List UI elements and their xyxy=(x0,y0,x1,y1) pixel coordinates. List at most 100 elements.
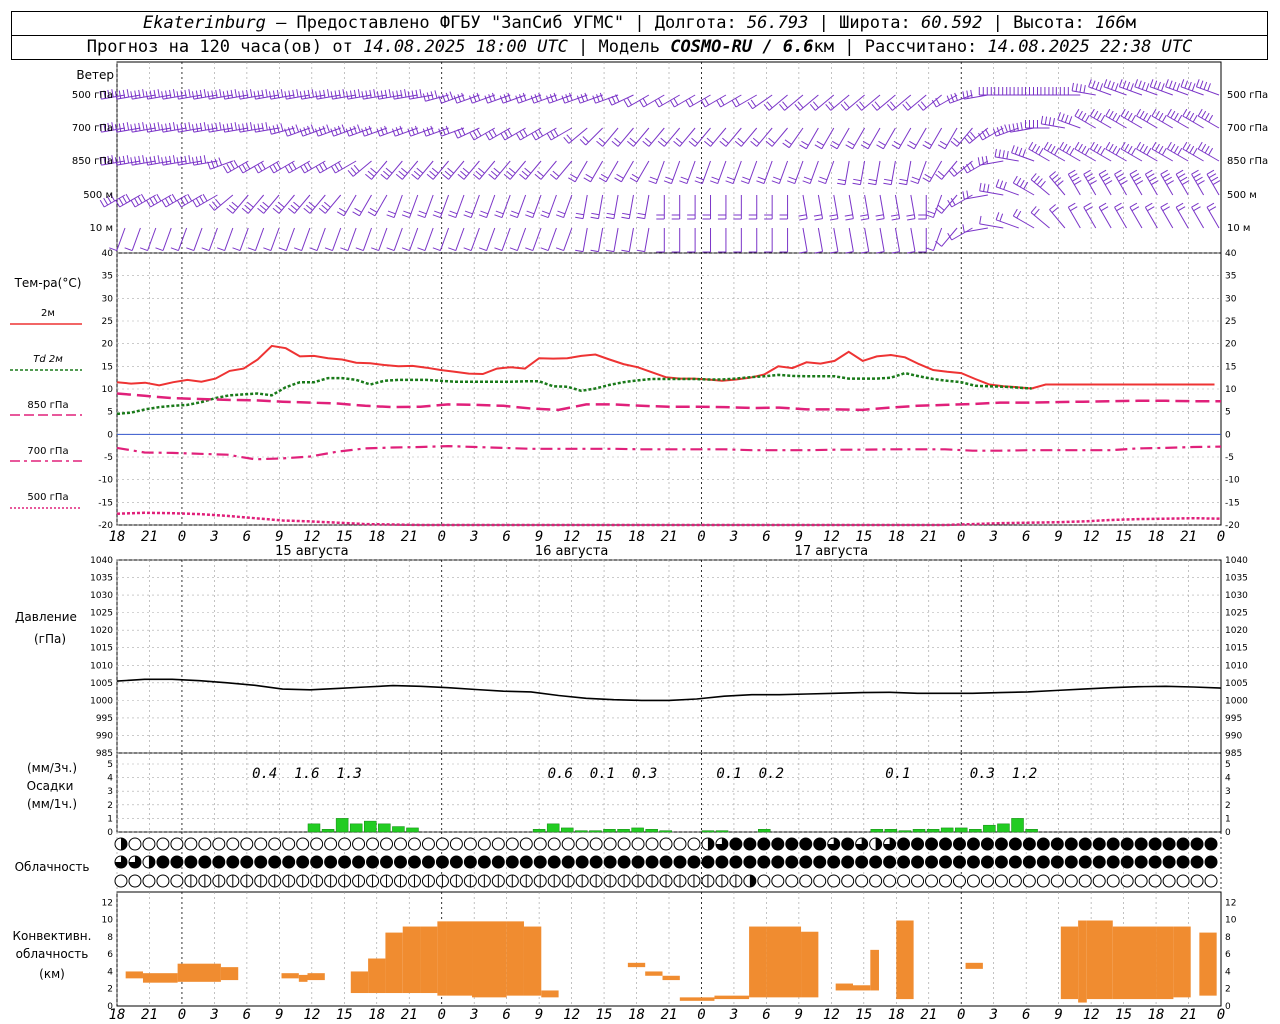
wind-barb-feather xyxy=(585,173,593,179)
wind-barb-feather xyxy=(566,134,573,142)
cloud-icon xyxy=(156,837,170,851)
wind-barb-feather xyxy=(951,167,958,175)
wind-barb-feather xyxy=(1054,147,1059,156)
wind-barb-staff xyxy=(644,227,650,252)
wind-barb-feather xyxy=(1212,180,1221,186)
precip-bar xyxy=(364,820,377,833)
wind-barb-feather xyxy=(170,247,179,252)
cloud-icon-half xyxy=(749,875,756,887)
wind-barb-feather xyxy=(910,180,919,185)
pres-ytick-left: 1015 xyxy=(90,644,113,654)
xtick-label-bottom: 18 xyxy=(888,1007,905,1023)
wind-barb-feather xyxy=(245,161,251,170)
wind-barb-feather xyxy=(550,130,555,139)
wind-barb-feather xyxy=(327,89,330,98)
wind-barb-feather xyxy=(369,89,372,98)
wind-barb-feather xyxy=(1170,110,1176,119)
xtick-label-bottom: 0 xyxy=(697,1007,705,1023)
wind-barb-feather xyxy=(555,247,564,252)
wind-barb-feather xyxy=(494,247,503,252)
wind-barb-feather xyxy=(263,247,272,252)
cloud-icon xyxy=(771,855,785,869)
wind-barb-feather xyxy=(1033,175,1040,183)
wind-barb-feather xyxy=(623,99,629,108)
wind-barb-feather xyxy=(812,101,819,109)
wind-barb-staff xyxy=(663,127,681,147)
convective-bar xyxy=(679,997,715,1001)
wind-barb-feather xyxy=(1083,169,1091,175)
wind-barb-feather xyxy=(494,214,503,219)
wind-barb-feather xyxy=(519,94,523,103)
pres-ytick-right: 1035 xyxy=(1225,574,1248,584)
convective-bar xyxy=(402,926,421,994)
wind-barb-feather xyxy=(322,125,327,134)
conv-ytick-right: 10 xyxy=(1225,916,1237,926)
wind-barb-feather xyxy=(1162,206,1170,212)
wind-barb-feather xyxy=(257,207,264,214)
conv-ytick-left: 12 xyxy=(102,898,113,908)
wind-barb-feather xyxy=(242,123,245,132)
wind-barb-feather xyxy=(886,103,893,111)
wind-barb-feather xyxy=(1166,141,1172,150)
wind-barb-staff xyxy=(864,227,870,252)
cloud-icon xyxy=(338,855,352,869)
wind-barb-feather xyxy=(734,140,742,147)
wind-barb-staff xyxy=(563,194,573,218)
wind-barb-feather xyxy=(472,94,477,103)
wind-barb-feather xyxy=(146,199,151,208)
wind-barb-staff xyxy=(951,227,973,241)
wind-barb-feather xyxy=(161,91,164,100)
wind-barb-feather xyxy=(1098,202,1107,208)
wind-barb-staff xyxy=(784,94,804,111)
wind-barb-feather xyxy=(1139,110,1145,119)
wind-barb-feather xyxy=(784,139,792,145)
wind-barb-feather xyxy=(1016,210,1022,219)
wind-barb-feather xyxy=(673,97,679,106)
wind-barb-feather xyxy=(416,167,424,174)
cloud-icon xyxy=(296,855,310,869)
wind-barb-feather xyxy=(1124,110,1130,119)
wind-barb-feather xyxy=(130,91,133,100)
wind-barb-feather xyxy=(365,90,368,99)
wind-barb-feather xyxy=(168,89,172,98)
wind-barb-feather xyxy=(387,210,396,215)
wind-barb-feather xyxy=(118,197,124,206)
wind-barb-feather xyxy=(970,89,973,98)
wind-barb-feather xyxy=(1130,83,1134,92)
wind-barb-feather xyxy=(1059,141,1064,150)
wind-barb-feather xyxy=(1091,80,1096,89)
wind-barb-feather xyxy=(883,178,893,182)
cloud-icon xyxy=(701,855,715,869)
precip-bar xyxy=(575,830,588,833)
wind-barb-feather xyxy=(191,157,195,166)
wind-barb-feather xyxy=(1099,83,1104,92)
temp-ytick-left: 20 xyxy=(102,340,114,350)
wind-barb-feather xyxy=(787,180,795,185)
wind-barb-feather xyxy=(1047,143,1053,152)
wind-barb-feather xyxy=(291,161,297,170)
wind-barb-feather xyxy=(1170,143,1176,152)
wind-barb-feather xyxy=(809,103,816,111)
wind-barb-feather xyxy=(719,97,725,106)
wind-barb-feather xyxy=(261,122,264,131)
wind-barb-feather xyxy=(122,155,126,164)
cloud-icon xyxy=(743,837,757,851)
pres-ytick-right: 995 xyxy=(1225,714,1242,724)
pres-ytick-right: 1020 xyxy=(1225,626,1248,636)
wind-barb-feather xyxy=(1012,208,1018,217)
wind-barb-feather xyxy=(307,125,311,134)
xtick-label: 0 xyxy=(957,529,965,545)
wind-barb-feather xyxy=(330,91,333,100)
wind-barb-feather xyxy=(898,182,907,186)
wind-barb-feather xyxy=(1210,176,1219,182)
wind-barb-feather xyxy=(396,90,399,99)
wind-barb-feather xyxy=(244,204,252,211)
wind-barb-feather xyxy=(469,132,475,141)
wind-barb-feather xyxy=(168,155,172,164)
wind-barb-feather xyxy=(1050,145,1056,154)
wind-barb-feather xyxy=(1173,112,1179,121)
wind-barb-feather xyxy=(521,170,529,177)
xtick-label: 21 xyxy=(401,529,418,545)
wind-barb-feather xyxy=(453,95,458,104)
cloud-icon xyxy=(212,837,226,851)
